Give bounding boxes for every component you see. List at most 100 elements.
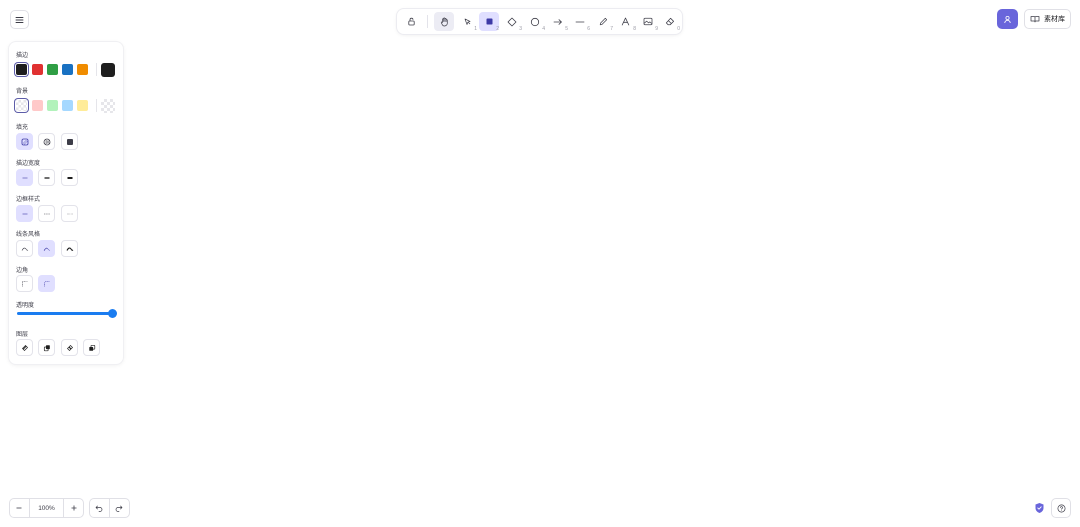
fill-solid-option[interactable]	[61, 133, 78, 150]
send-backward-button[interactable]	[38, 339, 55, 356]
zoom-in-button[interactable]	[63, 499, 83, 517]
stroke-swatch-red[interactable]	[32, 64, 43, 75]
tool-text[interactable]: 8	[616, 12, 636, 32]
dotted-line-icon	[66, 210, 74, 218]
rectangle-icon	[485, 17, 494, 26]
shield-icon[interactable]	[1034, 502, 1045, 514]
stroke-style-solid-option[interactable]	[16, 205, 33, 222]
line-icon	[575, 18, 585, 26]
rough-curve-icon	[66, 245, 74, 253]
stroke-width-thin-option[interactable]	[16, 169, 33, 186]
tool-ellipse[interactable]: 4	[525, 12, 545, 32]
edges-round-option[interactable]	[38, 275, 55, 292]
tool-key-label: 7	[610, 26, 613, 32]
smooth-curve-icon	[21, 245, 29, 253]
swatch-divider	[96, 99, 97, 112]
undo-icon	[95, 504, 103, 512]
stroke-style-dotted-option[interactable]	[61, 205, 78, 222]
minus-icon	[15, 504, 23, 512]
background-swatch-green[interactable]	[47, 100, 58, 111]
library-label: 素材库	[1044, 16, 1065, 23]
sloppiness-label: 线条风格	[16, 232, 41, 238]
background-current-color[interactable]	[101, 99, 115, 113]
stroke-swatch-blue[interactable]	[62, 64, 73, 75]
plus-icon	[70, 504, 78, 512]
tool-rectangle[interactable]: 2	[479, 12, 499, 32]
layers-label: 图层	[16, 332, 29, 338]
tool-key-label: 9	[655, 26, 658, 32]
wavy-curve-icon	[43, 245, 51, 253]
tool-lock[interactable]	[401, 12, 421, 31]
sloppiness-artist-option[interactable]	[38, 240, 55, 257]
tool-diamond[interactable]: 3	[502, 12, 522, 32]
ellipse-icon	[530, 17, 540, 27]
opacity-label: 透明度	[16, 303, 35, 309]
stroke-swatch-black[interactable]	[16, 64, 27, 75]
fill-hachure-option[interactable]	[16, 133, 33, 150]
zoom-level[interactable]: 100%	[30, 499, 64, 517]
tool-key-label: 3	[519, 26, 522, 32]
dashed-line-icon	[43, 210, 51, 218]
zoom-out-button[interactable]	[10, 499, 30, 517]
collaborate-button[interactable]	[997, 9, 1018, 29]
help-icon	[1057, 504, 1066, 513]
diamond-icon	[507, 17, 517, 27]
tool-selection[interactable]: 1	[457, 12, 477, 32]
stroke-width-bold-option[interactable]	[38, 169, 55, 186]
background-swatch-pink[interactable]	[32, 100, 43, 111]
opacity-slider-track[interactable]	[17, 312, 113, 315]
tool-key-label: 5	[565, 26, 568, 32]
library-button[interactable]: 素材库	[1024, 9, 1071, 29]
tool-arrow[interactable]: 5	[548, 12, 568, 32]
stroke-style-dashed-option[interactable]	[38, 205, 55, 222]
tool-key-label: 2	[496, 26, 499, 32]
users-icon	[1003, 15, 1012, 24]
sloppiness-cartoonist-option[interactable]	[61, 240, 78, 257]
background-label: 背景	[16, 89, 29, 95]
fill-label: 填充	[16, 125, 29, 131]
sloppiness-architect-option[interactable]	[16, 240, 33, 257]
tool-hand[interactable]	[434, 12, 454, 31]
bold-line-icon	[43, 174, 51, 182]
tool-key-label: 8	[633, 26, 636, 32]
background-swatch-transparent[interactable]	[16, 100, 27, 111]
background-swatch-yellow[interactable]	[77, 100, 88, 111]
background-swatch-blue[interactable]	[62, 100, 73, 111]
solid-line-icon	[21, 210, 29, 218]
main-menu-button[interactable]	[10, 10, 29, 29]
tool-eraser[interactable]: 0	[660, 12, 680, 32]
solid-fill-icon	[66, 138, 74, 146]
bring-to-front-button[interactable]	[83, 339, 100, 356]
zoom-controls: 100%	[9, 498, 84, 518]
edges-sharp-option[interactable]	[16, 275, 33, 292]
tool-image[interactable]: 9	[638, 12, 658, 32]
image-icon	[643, 17, 653, 26]
pencil-icon	[599, 17, 608, 26]
round-corner-icon	[43, 280, 51, 288]
fill-crosshatch-option[interactable]	[38, 133, 55, 150]
shape-toolbar: 1 2 3 4 5 6 7 8 9 0	[397, 9, 682, 34]
text-icon	[621, 17, 631, 26]
bring-forward-button[interactable]	[61, 339, 78, 356]
crosshatch-fill-icon	[43, 138, 51, 146]
tool-line[interactable]: 6	[570, 12, 590, 32]
tool-key-label: 6	[587, 26, 590, 32]
lock-icon	[407, 17, 416, 26]
stroke-current-color[interactable]	[101, 63, 115, 77]
send-to-back-button[interactable]	[16, 339, 33, 356]
tool-key-label: 4	[542, 26, 545, 32]
stroke-width-extra-bold-option[interactable]	[61, 169, 78, 186]
stroke-swatch-green[interactable]	[47, 64, 58, 75]
opacity-slider-thumb[interactable]	[108, 309, 117, 318]
undo-button[interactable]	[90, 499, 110, 517]
stroke-style-label: 边框样式	[16, 197, 41, 203]
tool-draw[interactable]: 7	[593, 12, 613, 32]
help-button[interactable]	[1051, 498, 1071, 518]
thin-line-icon	[21, 174, 29, 182]
stroke-swatch-orange[interactable]	[77, 64, 88, 75]
hand-icon	[440, 17, 449, 27]
redo-button[interactable]	[110, 499, 129, 517]
send-backward-icon	[43, 344, 51, 352]
pointer-icon	[463, 17, 472, 26]
send-to-back-icon	[21, 344, 29, 352]
